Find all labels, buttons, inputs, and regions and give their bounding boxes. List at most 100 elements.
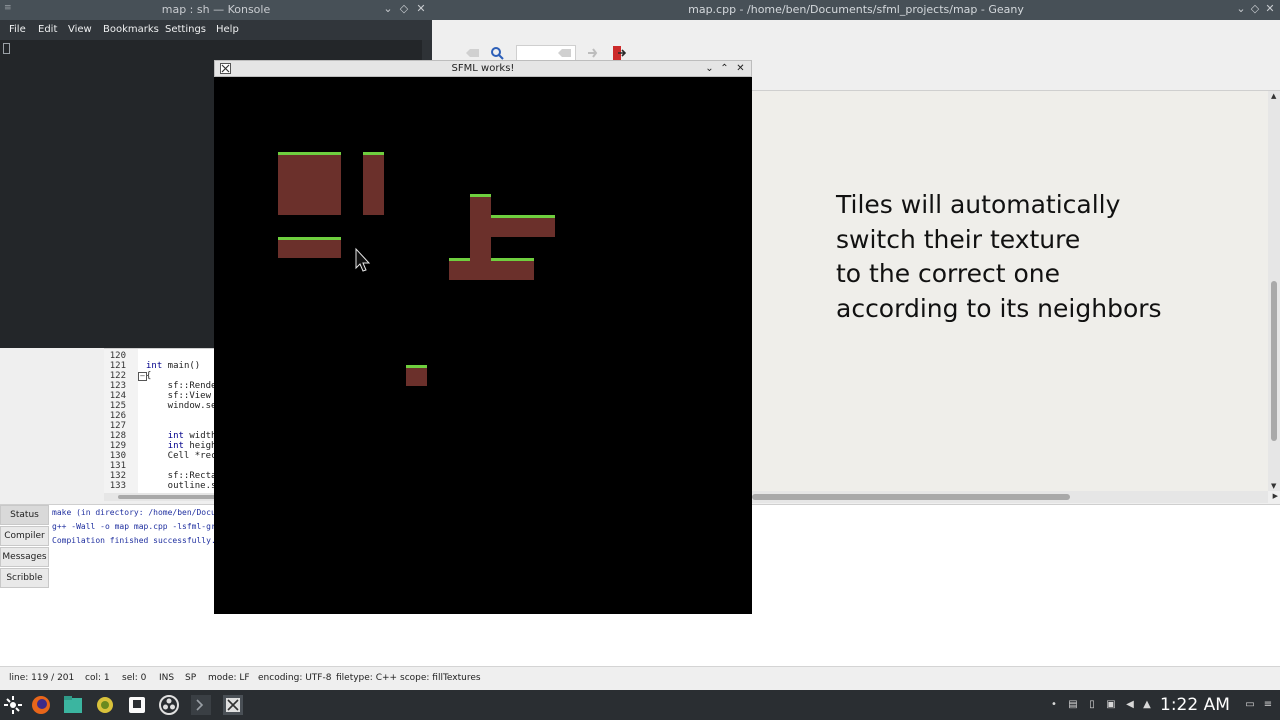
tab-messages[interactable]: Messages [0,547,49,567]
status-filetype: filetype: C++ [336,673,398,683]
code-line: outline.s [146,481,217,491]
compiler-output-line: Compilation finished successfully. [52,536,216,545]
scroll-up-icon[interactable]: ▲ [1271,92,1276,100]
menu-help[interactable]: Help [216,24,239,35]
konsole-titlebar[interactable]: ≡ map : sh — Konsole ⌄ ◇ ✕ [0,0,432,20]
minimize-icon[interactable]: ⌄ [381,2,395,16]
tab-status[interactable]: Status [0,505,49,525]
maximize-icon[interactable]: ◇ [397,2,411,16]
geany-icon[interactable] [94,694,116,716]
grass-edge [278,152,341,155]
menu-settings[interactable]: Settings [165,24,206,35]
grass-edge [363,152,384,155]
network-icon[interactable]: ▣ [1106,699,1116,711]
scroll-right-icon[interactable]: ▶ [1273,492,1278,500]
line-number-gutter: 120 121 122 123 124 125 126 127 128 129 130 131 132 1… [104,349,138,497]
microphone-icon[interactable]: • [1049,699,1059,711]
caption-line: according to its neighbors [836,293,1162,323]
close-icon[interactable]: ✕ [1263,2,1277,16]
code-line: int main() [146,361,201,371]
obs-icon[interactable] [158,694,180,716]
sfml-titlebar[interactable]: SFML works! ⌄ ⌃ ✕ [214,60,752,77]
sfml-window-title: SFML works! [451,63,515,74]
fold-marker-icon[interactable]: − [138,372,147,381]
show-desktop-icon[interactable]: ▭ [1245,699,1255,711]
search-icon[interactable] [490,46,504,60]
menu-view[interactable]: View [68,24,92,35]
tile-block [278,152,341,215]
minimize-icon[interactable]: ⌄ [703,62,716,75]
editor-horizontal-scrollbar[interactable]: ▶ [752,491,1278,503]
jump-icon[interactable] [586,46,598,60]
code-editor[interactable]: 120 121 122 123 124 125 126 127 128 129 130 131 132 1… [104,348,216,497]
grass-edge [449,258,470,261]
code-line: window.se [146,401,217,411]
caption-line: switch their texture [836,224,1081,254]
status-sp: SP [185,673,197,683]
tile-block [406,365,427,386]
x11-app-icon[interactable] [222,694,244,716]
scroll-down-icon[interactable]: ▼ [1271,482,1276,490]
tile-block [278,237,341,258]
volume-icon[interactable]: ◀ [1125,699,1135,711]
keyword: int [146,361,163,371]
maximize-icon[interactable]: ◇ [1248,2,1262,16]
clear-search-icon[interactable] [466,48,480,58]
line-number: 133 [109,481,126,491]
system-tray-expand-icon[interactable]: ▲ [1142,699,1152,711]
line-number: 126 [109,411,126,421]
close-icon[interactable]: ✕ [734,62,747,75]
menu-bookmarks[interactable]: Bookmarks [103,24,159,35]
menu-edit[interactable]: Edit [38,24,57,35]
line-number: 132 [109,471,126,481]
sfml-canvas[interactable] [215,77,751,613]
status-mode: mode: LF [208,673,250,683]
geany-titlebar[interactable]: map.cpp - /home/ben/Documents/sfml_proje… [432,0,1280,20]
clipboard-icon[interactable]: ▤ [1068,699,1078,711]
code-horizontal-scrollbar[interactable] [104,493,216,501]
notes-icon[interactable] [126,694,148,716]
terminal-icon[interactable] [190,694,212,716]
close-icon[interactable]: ✕ [414,2,428,16]
taskbar: • ▤ ▯ ▣ ◀ ▲ 1:22 AM ▭ ≡ [0,690,1280,720]
terminal-scrollbar[interactable] [422,40,432,60]
line-number: 127 [109,421,126,431]
lock-screen-icon[interactable]: ≡ [1263,699,1273,711]
line-number: 130 [109,451,126,461]
tile-map [278,152,555,386]
tab-scribble[interactable]: Scribble [0,568,49,588]
vertical-scroll-thumb[interactable] [1271,281,1277,441]
grass-edge [491,258,534,261]
status-bar: line: 119 / 201 col: 1 sel: 0 INS SP mod… [0,666,1280,691]
grass-edge [278,237,341,240]
grass-edge [406,365,427,368]
clock[interactable]: 1:22 AM [1160,695,1230,715]
maximize-icon[interactable]: ⌃ [718,62,731,75]
geany-window-title: map.cpp - /home/ben/Documents/sfml_proje… [688,3,1024,16]
line-number: 122 [109,371,126,381]
editor-vertical-scrollbar[interactable]: ▲ ▼ [1268,91,1280,491]
keyword: int [167,431,184,441]
quit-icon[interactable] [612,45,626,61]
tab-compiler[interactable]: Compiler [0,526,49,546]
menu-file[interactable]: File [9,24,26,35]
battery-icon[interactable]: ▯ [1087,699,1097,711]
line-number: 121 [109,361,126,371]
konsole-menubar: File Edit View Bookmarks Settings Help [0,20,432,40]
line-number: 123 [109,381,126,391]
minimize-icon[interactable]: ⌄ [1234,2,1248,16]
code-scroll-thumb[interactable] [118,495,216,499]
mouse-pointer-icon [355,247,371,272]
konsole-window-title: map : sh — Konsole [161,3,271,16]
clear-goto-icon[interactable] [558,48,572,58]
status-scope: scope: fillTextures [400,673,481,683]
firefox-icon[interactable] [30,694,52,716]
horizontal-scroll-thumb[interactable] [752,494,1070,500]
compiler-output-line: make (in directory: /home/ben/Docum [52,508,221,517]
sfml-window: SFML works! ⌄ ⌃ ✕ [214,60,752,614]
code-line: sf::Rende [146,381,217,391]
grass-edge [491,215,555,218]
application-launcher-icon[interactable] [2,694,24,716]
code-line: Cell *rec [146,451,217,461]
files-icon[interactable] [62,694,84,716]
